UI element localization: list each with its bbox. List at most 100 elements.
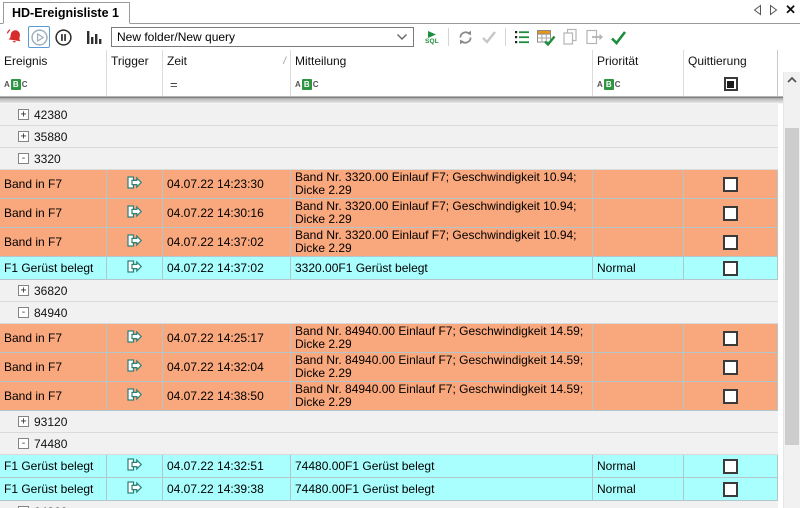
filter-ereignis[interactable]: ABC [0,72,106,96]
cell-trigger [107,199,163,227]
tab-hd-ereignisliste[interactable]: HD-Ereignisliste 1 [3,2,130,24]
event-row[interactable]: F1 Gerüst belegt04.07.22 14:37:023320.00… [0,257,778,280]
cell-ereignis: F1 Gerüst belegt [0,257,107,279]
vertical-scrollbar[interactable] [783,72,800,508]
event-row[interactable]: Band in F704.07.22 14:23:30Band Nr. 3320… [0,170,778,199]
group-row[interactable]: -74480 [0,433,778,455]
refresh-icon[interactable] [454,26,476,48]
event-row[interactable]: Band in F704.07.22 14:38:50Band Nr. 8494… [0,382,778,411]
cell-zeit: 04.07.22 14:38:50 [163,382,291,410]
sql-button[interactable]: SQL [421,26,443,48]
query-selector-value: New folder/New query [117,30,235,44]
column-header-mitteilung[interactable]: Mitteilung [291,50,592,72]
expand-icon[interactable]: + [18,109,29,120]
scroll-up-icon[interactable] [784,72,800,88]
filter-mitteilung[interactable]: ABC [291,72,592,96]
group-row[interactable]: +35880 [0,126,778,148]
abc-filter-icon: ABC [295,79,319,90]
close-icon[interactable]: ✕ [785,3,796,17]
collapse-icon[interactable]: - [18,153,29,164]
group-row[interactable]: +93120 [0,411,778,433]
abc-filter-icon: ABC [597,79,621,90]
column-header-trigger[interactable]: Trigger [107,50,162,72]
query-selector[interactable]: New folder/New query [111,27,414,47]
scrollbar-thumb[interactable] [785,128,799,445]
cell-mitteilung: Band Nr. 3320.00 Einlauf F7; Geschwindig… [291,170,593,198]
tab-scroll-right-icon[interactable] [769,4,778,16]
trigger-out-icon [126,204,143,222]
quittierung-checkbox[interactable] [723,482,738,497]
split-bar[interactable] [0,97,800,104]
event-row[interactable]: Band in F704.07.22 14:32:04Band Nr. 8494… [0,353,778,382]
filter-prioritaet[interactable]: ABC [593,72,683,96]
group-row[interactable]: -84940 [0,302,778,324]
tab-controls: ✕ [753,3,796,17]
cell-zeit: 04.07.22 14:30:16 [163,199,291,227]
event-row[interactable]: Band in F7 04.07.22 14:37:02Band Nr. 3320… [0,228,778,257]
expand-icon[interactable]: + [18,285,29,296]
column-header-quittierung[interactable]: Quittierung [684,50,777,72]
group-label: 04360 [34,505,67,508]
expand-icon[interactable]: + [18,131,29,142]
cell-quittierung [684,170,778,198]
cell-ereignis: Band in F7 [0,228,107,256]
column-header-prioritaet[interactable]: Priorität [593,50,683,72]
table-check-icon[interactable] [535,26,557,48]
quittierung-checkbox[interactable] [723,177,738,192]
column-header-ereignis[interactable]: Ereignis [0,50,106,72]
tab-bar: HD-Ereignisliste 1 ✕ [0,0,800,24]
collapse-icon[interactable]: - [18,307,29,318]
cell-mitteilung: Band Nr. 3320.00 Einlauf F7; Geschwindig… [291,228,593,256]
column-header-zeit[interactable]: Zeit / [163,50,290,72]
group-row[interactable]: -3320 [0,148,778,170]
event-row[interactable]: F1 Gerüst belegt04.07.22 14:39:3874480.0… [0,478,778,501]
group-row[interactable]: -04360 [0,501,778,508]
quittierung-checkbox[interactable] [723,360,738,375]
checkmark-green-icon[interactable] [607,26,629,48]
trigger-out-icon [126,387,143,405]
quittierung-checkbox[interactable] [723,331,738,346]
play-button[interactable] [28,26,50,48]
event-row[interactable]: F1 Gerüst belegt04.07.22 14:32:5174480.0… [0,455,778,478]
event-row[interactable]: Band in F704.07.22 14:30:16Band Nr. 3320… [0,199,778,228]
export-disabled-icon [583,26,605,48]
filter-zeit[interactable]: = [163,72,290,96]
toolbar-separator [448,28,449,46]
filter-trigger[interactable] [107,72,162,96]
quittierung-checkbox[interactable] [723,459,738,474]
query-list-icon[interactable] [511,26,533,48]
cell-trigger [107,382,163,410]
group-row[interactable]: +36820 [0,280,778,302]
cell-prioritaet: Normal [593,455,684,477]
cell-trigger [107,228,163,256]
cell-zeit: 04.07.22 14:37:02 [163,228,291,256]
cell-prioritaet [593,199,684,227]
event-row[interactable]: Band in F704.07.22 14:25:17Band Nr. 8494… [0,324,778,353]
group-label: 42380 [34,108,67,122]
chevron-down-icon [396,30,408,44]
cell-trigger [107,257,163,279]
quittierung-checkbox[interactable] [723,235,738,250]
cell-prioritaet [593,382,684,410]
alarm-bell-icon[interactable] [4,26,26,48]
filter-quittierung[interactable] [684,72,777,96]
expand-icon[interactable]: + [18,416,29,427]
tab-scroll-left-icon[interactable] [753,4,762,16]
event-table: +42380+35880-3320Band in F704.07.22 14:2… [0,104,778,508]
quittierung-checkbox[interactable] [723,261,738,276]
bar-chart-button[interactable] [83,26,105,48]
quittierung-checkbox[interactable] [723,389,738,404]
cell-trigger [107,324,163,352]
sql-label: SQL [425,39,439,45]
collapse-icon[interactable]: - [18,438,29,449]
checkmark-disabled-icon [478,26,500,48]
cell-trigger [107,478,163,500]
cell-quittierung [684,382,778,410]
cell-prioritaet [593,324,684,352]
quittierung-checkbox[interactable] [723,206,738,221]
cell-zeit: 04.07.22 14:25:17 [163,324,291,352]
trigger-out-icon [126,233,143,251]
pause-button[interactable] [52,26,74,48]
group-label: 74480 [34,437,67,451]
group-row[interactable]: +42380 [0,104,778,126]
